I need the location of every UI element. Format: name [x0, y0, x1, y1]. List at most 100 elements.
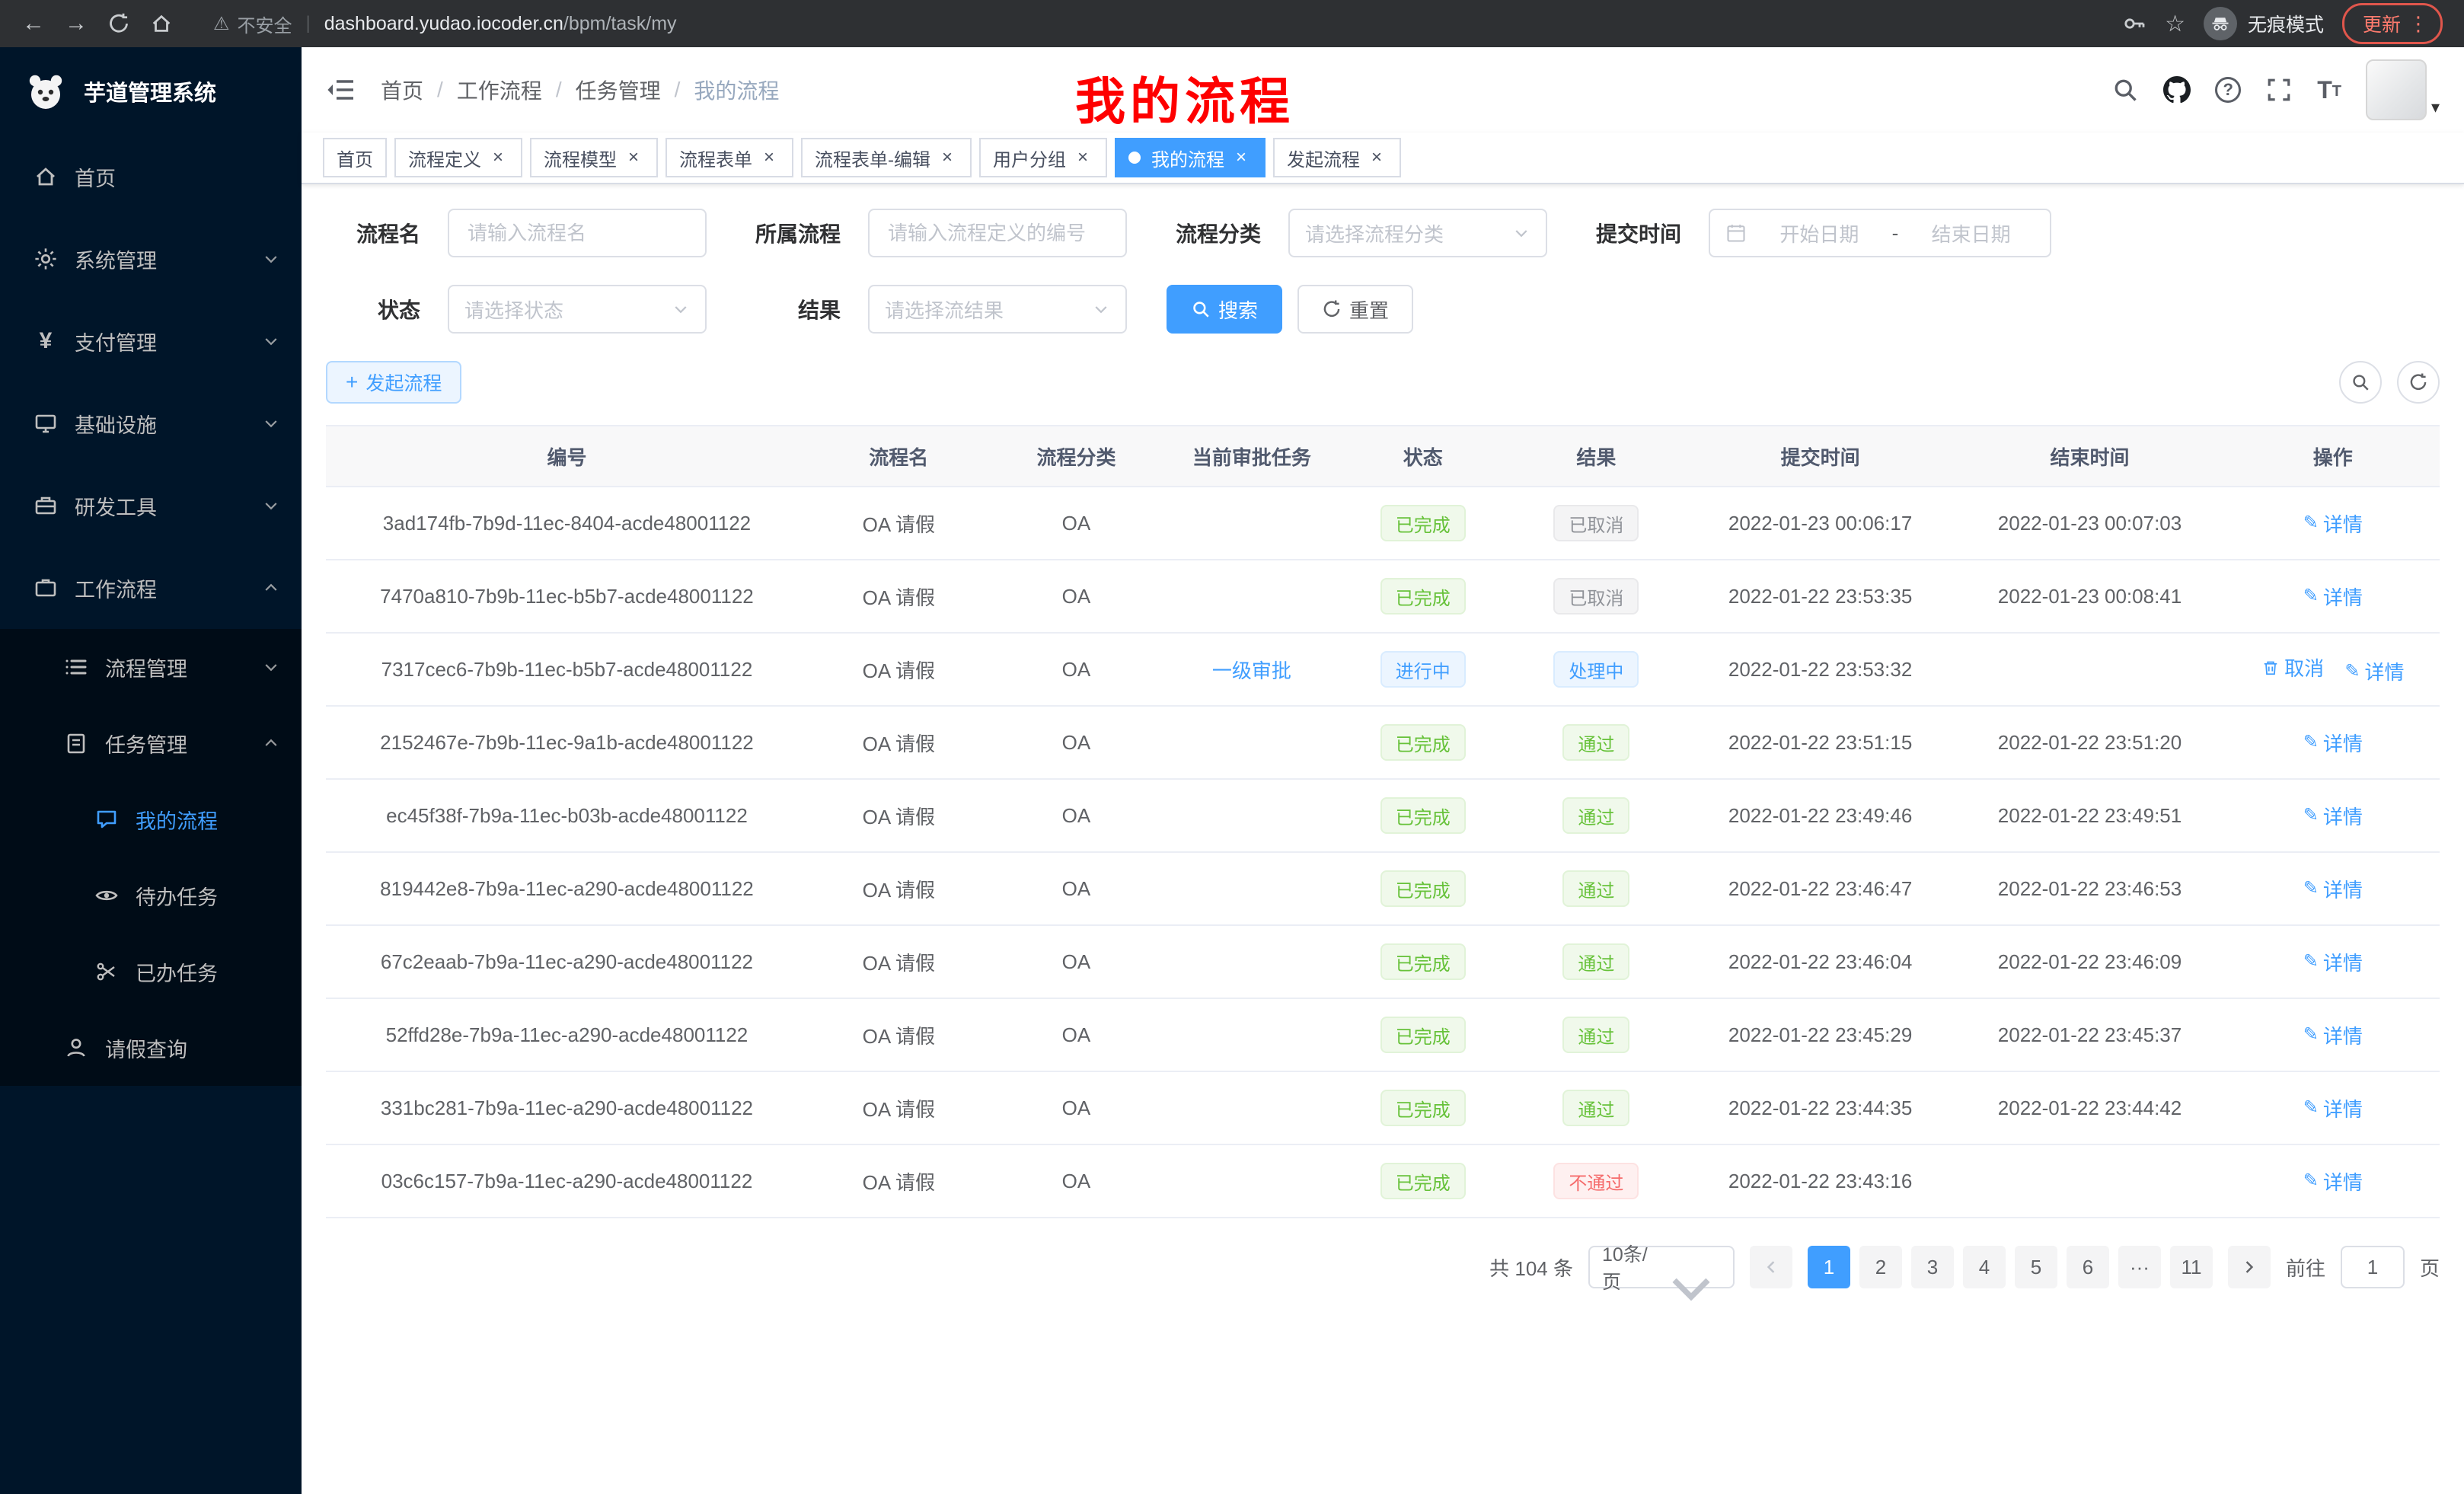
process-definition-input[interactable]: [868, 209, 1127, 257]
sidebar-item-home[interactable]: 首页: [0, 136, 302, 218]
reset-button[interactable]: 重置: [1297, 285, 1413, 334]
sidebar-item-task-manage[interactable]: 任务管理: [0, 705, 302, 781]
update-button[interactable]: 更新 ⋮: [2342, 3, 2443, 44]
sidebar-item-devtools[interactable]: 研发工具: [0, 464, 302, 547]
help-icon[interactable]: ?: [2215, 77, 2241, 103]
breadcrumb-home[interactable]: 首页: [381, 75, 423, 105]
sidebar-item-todo-task[interactable]: 待办任务: [0, 857, 302, 934]
sidebar-item-leave-query[interactable]: 请假查询: [0, 1010, 302, 1086]
sidebar-item-workflow[interactable]: 工作流程: [0, 547, 302, 629]
page-button[interactable]: ···: [2118, 1246, 2161, 1288]
detail-link[interactable]: ✎ 详情: [2303, 1021, 2363, 1049]
hamburger-icon[interactable]: [326, 75, 356, 105]
prev-page-button[interactable]: [1750, 1246, 1792, 1288]
close-icon[interactable]: ×: [623, 147, 644, 168]
tag-view-tab[interactable]: 发起流程 ×: [1273, 138, 1401, 177]
key-icon[interactable]: [2122, 11, 2146, 36]
address-bar[interactable]: ⚠ 不安全 | dashboard.yudao.iocoder.cn/bpm/t…: [186, 11, 2116, 37]
goto-page-input[interactable]: [2341, 1246, 2405, 1288]
page-button[interactable]: 6: [2067, 1246, 2109, 1288]
next-page-button[interactable]: [2228, 1246, 2271, 1288]
tag-view-tab[interactable]: 我的流程 ×: [1115, 138, 1266, 177]
detail-link[interactable]: ✎ 详情: [2344, 657, 2404, 685]
cell-status: 已完成: [1340, 1144, 1505, 1218]
process-name-input[interactable]: [448, 209, 707, 257]
tag-view-tab[interactable]: 用户分组 ×: [979, 138, 1107, 177]
sidebar-item-my-process[interactable]: 我的流程: [0, 781, 302, 857]
detail-link[interactable]: ✎ 详情: [2303, 509, 2363, 538]
security-chip[interactable]: ⚠ 不安全: [213, 11, 292, 37]
page-button[interactable]: 1: [1808, 1246, 1850, 1288]
tag-view-tab[interactable]: 首页: [323, 138, 387, 177]
cell-end-time: [1953, 1144, 2226, 1218]
page-button[interactable]: 2: [1859, 1246, 1902, 1288]
close-icon[interactable]: ×: [1230, 147, 1252, 168]
bookmark-star-icon[interactable]: ☆: [2165, 11, 2185, 37]
page-button[interactable]: 3: [1911, 1246, 1954, 1288]
browser-forward-icon[interactable]: →: [58, 5, 94, 42]
fullscreen-icon[interactable]: [2265, 76, 2293, 104]
close-icon[interactable]: ×: [1366, 147, 1387, 168]
result-select[interactable]: 请选择流结果: [868, 285, 1127, 334]
cancel-link[interactable]: 取消: [2261, 653, 2324, 682]
cell-current-task: [1163, 998, 1340, 1071]
browser-back-icon[interactable]: ←: [15, 5, 52, 42]
page-button[interactable]: 11: [2170, 1246, 2213, 1288]
detail-link[interactable]: ✎ 详情: [2303, 583, 2363, 611]
close-icon[interactable]: ×: [937, 147, 958, 168]
user-menu[interactable]: ▾: [2366, 59, 2440, 120]
search-button[interactable]: 搜索: [1167, 285, 1282, 334]
sidebar-item-payment[interactable]: ¥ 支付管理: [0, 300, 302, 382]
sidebar-item-system[interactable]: 系统管理: [0, 218, 302, 300]
incognito-chip[interactable]: 无痕模式: [2204, 7, 2324, 40]
close-icon[interactable]: ×: [758, 147, 780, 168]
tag-view-tab[interactable]: 流程模型 ×: [530, 138, 658, 177]
breadcrumb-workflow[interactable]: 工作流程: [457, 75, 542, 105]
github-icon[interactable]: [2163, 76, 2191, 104]
detail-link[interactable]: ✎ 详情: [2303, 1167, 2363, 1196]
refresh-table-button[interactable]: [2397, 361, 2440, 404]
page-size-select[interactable]: 10条/页: [1588, 1246, 1735, 1288]
tag-view-tab[interactable]: 流程表单 ×: [665, 138, 793, 177]
font-size-icon[interactable]: TT: [2317, 78, 2341, 102]
start-date-placeholder[interactable]: 开始日期: [1756, 219, 1883, 247]
tag-view-tab[interactable]: 流程定义 ×: [394, 138, 522, 177]
cell-current-task: [1163, 779, 1340, 852]
sidebar-item-process-manage[interactable]: 流程管理: [0, 629, 302, 705]
page-button[interactable]: 4: [1963, 1246, 2006, 1288]
sidebar-item-label: 已办任务: [136, 957, 218, 987]
category-select[interactable]: 请选择流程分类: [1288, 209, 1547, 257]
detail-link[interactable]: ✎ 详情: [2303, 948, 2363, 976]
detail-link[interactable]: ✎ 详情: [2303, 802, 2363, 830]
toggle-search-button[interactable]: [2339, 361, 2382, 404]
browser-menu-icon[interactable]: ⋮: [2408, 12, 2428, 36]
submit-time-range-picker[interactable]: 开始日期 - 结束日期: [1709, 209, 2051, 257]
status-select[interactable]: 请选择状态: [448, 285, 707, 334]
close-icon[interactable]: ×: [1072, 147, 1093, 168]
avatar[interactable]: [2366, 59, 2427, 120]
cell-status: 已完成: [1340, 1071, 1505, 1144]
browser-reload-icon[interactable]: [101, 5, 137, 42]
detail-link[interactable]: ✎ 详情: [2303, 729, 2363, 757]
tag-view-tab[interactable]: 流程表单-编辑 ×: [801, 138, 972, 177]
sidebar-item-done-task[interactable]: 已办任务: [0, 934, 302, 1010]
detail-link[interactable]: ✎ 详情: [2303, 875, 2363, 903]
breadcrumb-task-manage[interactable]: 任务管理: [576, 75, 661, 105]
cell-process-name: OA 请假: [808, 779, 990, 852]
page-button[interactable]: 5: [2015, 1246, 2057, 1288]
detail-label: 详情: [2323, 802, 2363, 830]
cell-process-id: 67c2eaab-7b9a-11ec-a290-acde48001122: [326, 925, 808, 998]
search-icon[interactable]: [2111, 76, 2139, 104]
chevron-down-icon: [262, 332, 280, 350]
browser-home-icon[interactable]: [143, 5, 180, 42]
create-process-button[interactable]: + 发起流程: [326, 361, 461, 404]
close-icon[interactable]: ×: [487, 147, 509, 168]
url-text[interactable]: dashboard.yudao.iocoder.cn/bpm/task/my: [324, 13, 677, 35]
detail-link[interactable]: ✎ 详情: [2303, 1094, 2363, 1122]
sidebar-item-infrastructure[interactable]: 基础设施: [0, 382, 302, 464]
cell-current-task: [1163, 925, 1340, 998]
current-task-link[interactable]: 一级审批: [1212, 659, 1291, 682]
end-date-placeholder[interactable]: 结束日期: [1907, 219, 2035, 247]
cell-result: 通过: [1505, 1071, 1687, 1144]
cell-submit-time: 2022-01-22 23:46:04: [1687, 925, 1954, 998]
